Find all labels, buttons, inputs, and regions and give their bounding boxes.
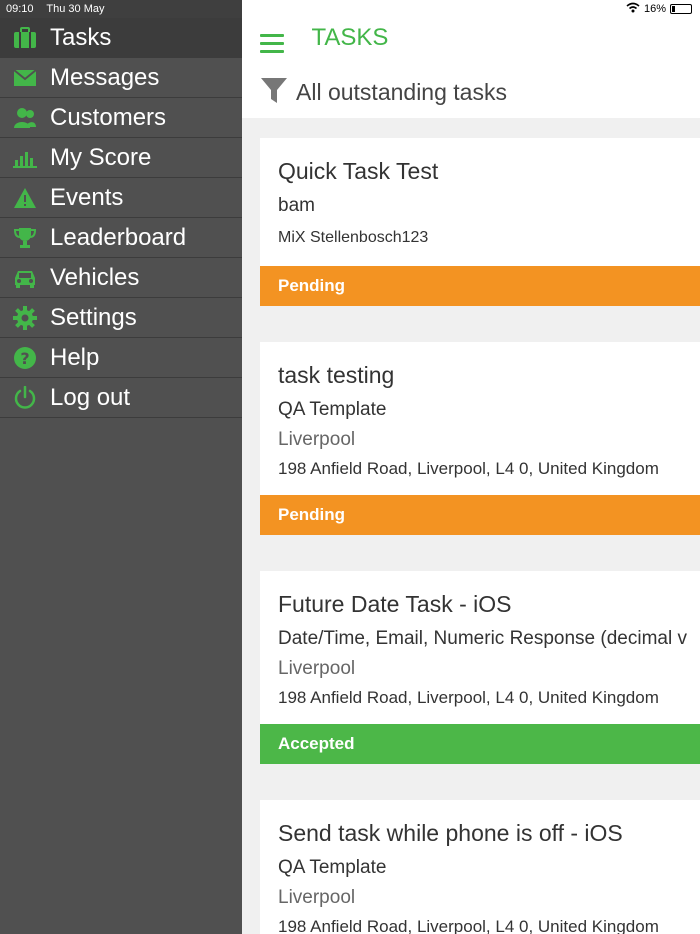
sidebar-item-help[interactable]: ? Help xyxy=(0,338,242,378)
sidebar-item-log-out[interactable]: Log out xyxy=(0,378,242,418)
task-subtitle: QA Template xyxy=(278,857,387,878)
battery-icon xyxy=(670,4,692,14)
task-title: task testing xyxy=(278,362,395,388)
sidebar-item-label: Log out xyxy=(50,383,131,411)
status-bar-right: 16% xyxy=(626,2,692,16)
sidebar-item-messages[interactable]: Messages xyxy=(0,58,242,98)
sidebar-item-tasks[interactable]: Tasks xyxy=(0,18,242,58)
power-icon xyxy=(0,385,50,410)
task-title: Send task while phone is off - iOS xyxy=(278,820,623,846)
sidebar-item-events[interactable]: Events xyxy=(0,178,242,218)
bar-chart-icon xyxy=(0,148,50,168)
task-title: Future Date Task - iOS xyxy=(278,591,512,617)
page-title: TASKS xyxy=(311,24,389,51)
sidebar-item-customers[interactable]: Customers xyxy=(0,98,242,138)
task-card[interactable]: Future Date Task - iOS Date/Time, Email,… xyxy=(260,571,700,764)
trophy-icon xyxy=(0,227,50,249)
task-status-badge: Pending xyxy=(260,266,700,306)
sidebar-item-label: Leaderboard xyxy=(50,223,187,251)
sidebar-item-vehicles[interactable]: Vehicles xyxy=(0,258,242,298)
envelope-icon xyxy=(0,68,50,87)
users-icon xyxy=(0,107,50,129)
task-card[interactable]: task testing QA Template Liverpool 198 A… xyxy=(260,342,700,535)
task-title: Quick Task Test xyxy=(278,158,439,184)
sidebar-item-my-score[interactable]: My Score xyxy=(0,138,242,178)
sidebar-item-settings[interactable]: Settings xyxy=(0,298,242,338)
sidebar-item-label: Settings xyxy=(50,303,137,331)
task-city: Liverpool xyxy=(278,658,356,679)
task-subtitle: QA Template xyxy=(278,399,387,420)
filter-selector[interactable]: All outstanding tasks xyxy=(260,76,507,109)
sidebar-item-label: My Score xyxy=(50,143,152,171)
sidebar-item-label: Help xyxy=(50,343,100,371)
sidebar-item-label: Vehicles xyxy=(50,263,140,291)
task-city: Liverpool xyxy=(278,429,356,450)
gear-icon xyxy=(0,305,50,330)
task-subtitle: bam xyxy=(278,195,315,216)
task-city: Liverpool xyxy=(278,887,356,908)
task-address: 198 Anfield Road, Liverpool, L4 0, Unite… xyxy=(278,688,659,707)
filter-label: All outstanding tasks xyxy=(296,79,507,105)
battery-fill xyxy=(672,6,675,12)
svg-text:?: ? xyxy=(20,349,29,368)
header: 16% TASKS All outstanding tasks xyxy=(242,0,700,118)
task-company: MiX Stellenbosch123 xyxy=(278,229,429,246)
status-bar-left: 09:10 Thu 30 May xyxy=(0,0,242,18)
battery-percent: 16% xyxy=(643,3,666,15)
task-status-badge: Accepted xyxy=(260,724,700,764)
briefcase-icon xyxy=(0,26,50,49)
sidebar-item-label: Events xyxy=(50,183,124,211)
task-card[interactable]: Send task while phone is off - iOS QA Te… xyxy=(260,800,700,934)
sidebar-item-label: Messages xyxy=(50,63,160,91)
car-icon xyxy=(0,268,50,288)
sidebar-item-leaderboard[interactable]: Leaderboard xyxy=(0,218,242,258)
warning-icon xyxy=(0,187,50,209)
wifi-icon xyxy=(626,2,640,16)
task-subtitle: Date/Time, Email, Numeric Response (deci… xyxy=(278,628,687,649)
menu-list: Tasks Messages Customers My Score Events xyxy=(0,18,242,418)
help-icon: ? xyxy=(0,346,50,370)
sidebar-item-label: Tasks xyxy=(50,23,112,51)
filter-icon xyxy=(260,76,288,109)
status-date: Thu 30 May xyxy=(46,3,105,15)
task-address: 198 Anfield Road, Liverpool, L4 0, Unite… xyxy=(278,459,659,478)
sidebar-item-label: Customers xyxy=(50,103,167,131)
task-card[interactable]: Quick Task Test bam MiX Stellenbosch123 … xyxy=(260,138,700,306)
main-panel: 16% TASKS All outstanding tasks Quick Ta… xyxy=(242,0,700,934)
task-status-badge: Pending xyxy=(260,495,700,535)
status-time: 09:10 xyxy=(6,3,34,15)
side-menu: 09:10 Thu 30 May Tasks Messages Customer… xyxy=(0,0,242,934)
task-address: 198 Anfield Road, Liverpool, L4 0, Unite… xyxy=(278,917,659,934)
